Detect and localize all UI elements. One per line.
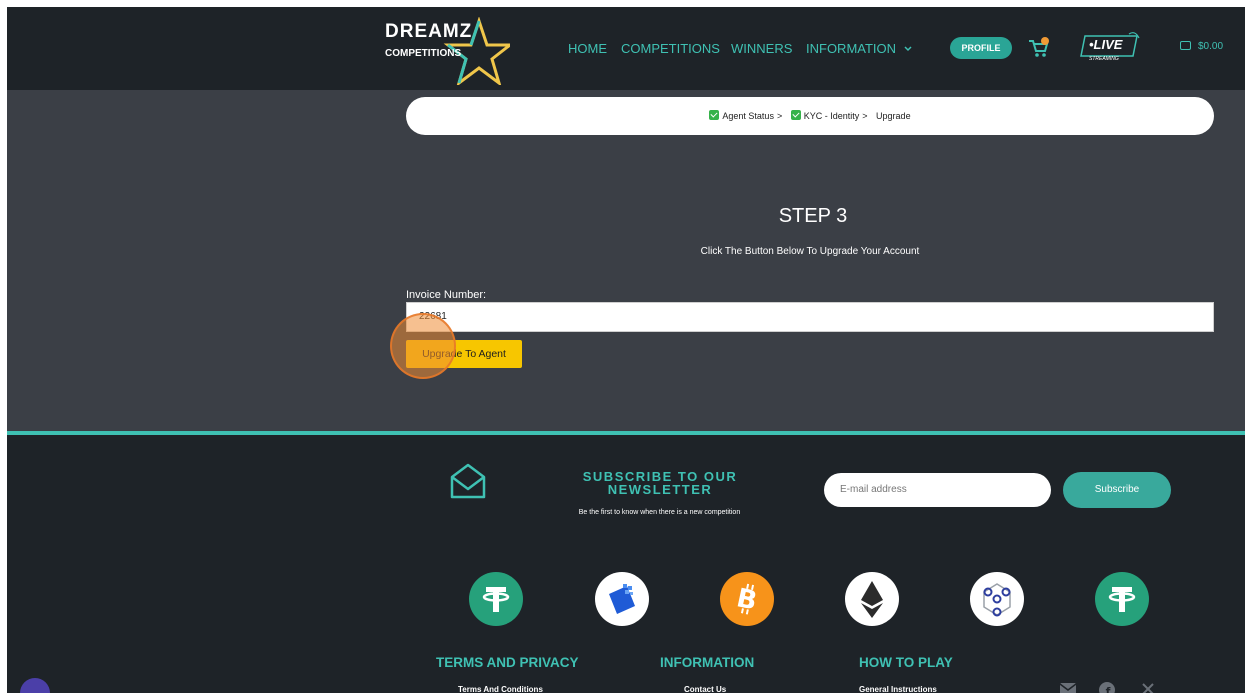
profile-button[interactable]: PROFILE: [950, 37, 1012, 59]
step-title: STEP 3: [778, 205, 848, 227]
breadcrumb-separator: >: [862, 111, 868, 121]
live-streaming-link[interactable]: •LIVE STREAMING: [1079, 32, 1141, 66]
cart-icon: [1029, 37, 1049, 57]
facebook-icon[interactable]: f: [1099, 682, 1115, 693]
footer-heading-terms: TERMS AND PRIVACY: [436, 655, 579, 670]
nav-home[interactable]: HOME: [568, 41, 607, 56]
newsletter-subtitle: Be the first to know when there is a new…: [578, 509, 741, 516]
mail-icon[interactable]: [1059, 682, 1077, 693]
tether-icon[interactable]: [1095, 572, 1149, 626]
live-label: •LIVE: [1089, 37, 1123, 52]
email-field[interactable]: E-mail address: [824, 473, 1051, 507]
footer-link-contact[interactable]: Contact Us: [684, 685, 726, 693]
footer-heading-how-to-play: HOW TO PLAY: [859, 655, 953, 670]
wallet-balance[interactable]: $0.00: [1180, 41, 1223, 52]
footer-link-general[interactable]: General Instructions: [859, 685, 937, 693]
page: DREAMZ COMPETITIONS HOME COMPETITIONS WI…: [7, 7, 1245, 693]
svg-text:f: f: [1106, 685, 1111, 693]
breadcrumb-current: Upgrade: [876, 111, 911, 121]
newsletter-title: SUBSCRIBE TO OUR NEWSLETTER: [582, 469, 738, 497]
footer-heading-information: INFORMATION: [660, 655, 755, 670]
wallet-icon: [1180, 41, 1191, 50]
chevron-down-icon: [904, 46, 912, 52]
tether-icon[interactable]: [469, 572, 523, 626]
cart-button[interactable]: [1028, 37, 1050, 64]
subscribe-button[interactable]: Subscribe: [1063, 472, 1171, 508]
wallet-coin-icon[interactable]: [595, 572, 649, 626]
check-icon: [790, 110, 801, 120]
logo-subtext: COMPETITIONS: [385, 48, 462, 59]
footer-link-terms[interactable]: Terms And Conditions: [458, 685, 543, 693]
step-subtitle: Click The Button Below To Upgrade Your A…: [700, 246, 920, 257]
breadcrumb-separator: >: [776, 111, 783, 121]
breadcrumb-item-agent-status[interactable]: Agent Status: [722, 111, 774, 121]
click-highlight: [390, 313, 456, 379]
live-sub-label: STREAMING: [1089, 56, 1119, 62]
breadcrumb-item-kyc[interactable]: KYC - Identity: [804, 111, 860, 121]
invoice-number-field[interactable]: 22681: [406, 302, 1214, 332]
breadcrumb: Agent Status > KYC - Identity > Upgrade: [406, 97, 1214, 135]
envelope-open-icon: [450, 463, 486, 499]
logo-text: DREAMZ: [385, 21, 473, 42]
x-twitter-icon[interactable]: [1141, 682, 1155, 693]
invoice-label: Invoice Number:: [406, 289, 487, 301]
nav-information[interactable]: INFORMATION: [806, 41, 912, 56]
nav-winners[interactable]: WINNERS: [731, 41, 792, 56]
site-logo[interactable]: DREAMZ COMPETITIONS: [382, 17, 512, 85]
bitcoin-icon[interactable]: B: [720, 572, 774, 626]
nav-competitions[interactable]: COMPETITIONS: [621, 41, 720, 56]
network-icon[interactable]: [970, 572, 1024, 626]
step-title-wrap: STEP 3: [7, 205, 1245, 228]
site-footer: SUBSCRIBE TO OUR NEWSLETTER Be the first…: [7, 431, 1245, 693]
wallet-amount: $0.00: [1198, 41, 1224, 52]
site-header: DREAMZ COMPETITIONS HOME COMPETITIONS WI…: [7, 7, 1245, 90]
ethereum-icon[interactable]: [845, 572, 899, 626]
nav-information-label: INFORMATION: [806, 41, 897, 56]
check-icon: [709, 110, 720, 120]
